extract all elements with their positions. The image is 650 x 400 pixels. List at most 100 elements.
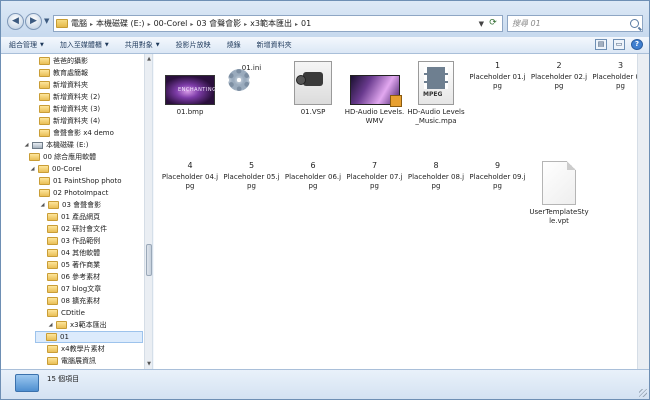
file-item[interactable]: MPEG HD-Audio Levels_Music.mpa [406,61,466,126]
nav-tree-label: 01 產品網頁 [61,213,101,221]
toolbar-button[interactable]: 組合管理 ▼ [9,40,44,50]
nav-tree-item[interactable]: 會聲會影 x4 demo [39,127,114,139]
nav-tree-item[interactable]: 新增資料夾 (3) [39,103,100,115]
nav-tree-item[interactable]: 電腦展資訊 [47,355,96,367]
file-item[interactable]: 1 Placeholder 01.jpg [468,61,528,91]
nav-tree-label: 08 擴充素材 [61,297,101,305]
vsp-file-icon [294,61,332,105]
nav-tree-item[interactable]: ◢ 00-Corel [29,163,82,175]
forward-button[interactable]: ▶ [25,13,42,30]
nav-tree-item[interactable]: 爸爸的攝影 [39,55,88,67]
nav-scroll-thumb[interactable] [146,244,152,276]
nav-tree-item[interactable]: 新增資料夾 (4) [39,115,100,127]
address-bar[interactable]: 電腦 ▸ 本機磁碟 (E:) ▸ 00-Corel ▸ 03 會聲會影 ▸ x3範本匯出 ▸ 01 … [53,15,503,32]
preview-pane-icon[interactable]: ▭ [613,39,625,50]
view-options-icon[interactable]: ▤ [595,39,607,50]
status-bar: 15 個項目 [1,369,649,399]
nav-tree-item[interactable]: 01 產品網頁 [47,211,100,223]
explorer-window: ◀ ▶ ▼ 電腦 ▸ 本機磁碟 (E:) ▸ 00-Corel ▸ 03 會聲會影 ▸ x3範本… [0,0,650,400]
nav-tree-item[interactable]: 04 其他軟體 [47,247,100,259]
file-item[interactable]: ENCHANTING 01.bmp [160,61,220,117]
file-item[interactable]: 6 Placeholder 06.jpg [283,161,343,191]
toolbar-button[interactable]: 新增資料夾 [257,40,292,50]
breadcrumb-item[interactable]: 01 [301,19,311,28]
file-name: Placeholder 06.jpg [284,173,342,190]
toolbar-button[interactable]: 共用對象 ▼ [125,40,160,50]
toolbar-button[interactable]: 投影片放映 [176,40,211,50]
nav-tree-item[interactable]: ◢ 本機磁碟 (E:) [23,139,89,151]
file-item[interactable]: HD-Audio Levels.WMV [345,61,405,126]
expanded-arrow-icon[interactable]: ◢ [39,202,46,208]
recent-pages-dropdown[interactable]: ▼ [44,17,49,25]
file-item[interactable]: 2 Placeholder 02.jpg [529,61,589,91]
file-item[interactable]: 01.ini [222,61,282,91]
folder-icon [47,345,58,353]
search-icon[interactable] [630,19,639,28]
scroll-up-arrow-icon[interactable]: ▲ [145,55,152,63]
nav-tree-item[interactable]: 01 PaintShop photo [39,175,121,187]
help-icon[interactable]: ? [631,39,643,50]
nav-tree-item[interactable]: CDtitle [47,307,85,319]
folder-icon [39,81,50,89]
toolbar-button[interactable]: 加入至媒體櫃 ▼ [60,40,109,50]
file-item[interactable]: 9 Placeholder 09.jpg [468,161,528,191]
nav-tree-item[interactable]: 02 研討會文件 [47,223,107,235]
search-input[interactable]: 搜尋 01 [507,15,643,32]
video-file-icon [349,75,402,107]
breadcrumb-separator-icon[interactable]: ▸ [90,21,93,28]
folder-icon [47,309,58,317]
nav-tree-item[interactable]: x4教學片素材 [47,343,105,355]
nav-tree-item[interactable]: 01 [35,331,143,343]
nav-scrollbar[interactable]: ▲ ▼ [144,54,152,369]
back-button[interactable]: ◀ [7,13,24,30]
title-bar: ◀ ▶ ▼ 電腦 ▸ 本機磁碟 (E:) ▸ 00-Corel ▸ 03 會聲會影 ▸ x3範本… [1,1,649,37]
resize-grip-icon[interactable] [639,389,647,397]
folder-icon [46,333,57,341]
nav-tree-item[interactable]: 07 blog文章 [47,283,101,295]
scroll-down-arrow-icon[interactable]: ▼ [145,360,152,368]
breadcrumb-item[interactable]: 電腦 [71,18,87,29]
file-item[interactable]: 01.VSP [283,61,343,117]
breadcrumb-item[interactable]: 00-Corel [154,19,188,28]
nav-tree-item[interactable]: 00 綜合應用軟體 [29,151,96,163]
file-item[interactable]: 7 Placeholder 07.jpg [345,161,405,191]
expanded-arrow-icon[interactable]: ◢ [23,142,30,148]
breadcrumb-separator-icon[interactable]: ▸ [190,21,193,28]
folder-icon [48,201,59,209]
breadcrumb-separator-icon[interactable]: ▸ [244,21,247,28]
breadcrumb-item[interactable]: 本機磁碟 (E:) [96,18,145,29]
file-item[interactable]: 5 Placeholder 05.jpg [222,161,282,191]
nav-tree-item[interactable]: 新增資料夾 [39,79,88,91]
toolbar-button[interactable]: 燒錄 [227,40,241,50]
nav-tree-item[interactable]: 02 PhotoImpact [39,187,108,199]
file-item[interactable]: UserTemplateStyle.vpt [529,161,589,226]
nav-tree-item[interactable]: 05 著作商業 [47,259,100,271]
nav-tree-item[interactable]: ◢ 03 會聲會影 [39,199,101,211]
nav-tree-item[interactable]: 新增資料夾 (2) [39,91,100,103]
breadcrumb-item[interactable]: 03 會聲會影 [196,18,241,29]
placeholder-file-icon: 1 [494,61,501,70]
nav-tree-item[interactable]: 06 參考素材 [47,271,100,283]
nav-tree-label: 06 參考素材 [61,273,101,281]
command-bar: 組合管理 ▼ 加入至媒體櫃 ▼ 共用對象 ▼ 投影片放映 燒錄 新增資料夾 ▤ ▭ ? [1,37,649,54]
nav-tree-item[interactable]: ◢ x3範本匯出 [47,319,107,331]
refresh-button[interactable]: ⟳ [486,17,500,30]
nav-tree-item[interactable]: 03 作品範例 [47,235,100,247]
content-scrollbar[interactable] [637,54,649,369]
thumbnail-text: ENCHANTING [178,87,217,93]
folder-icon [56,19,68,28]
nav-tree-item[interactable]: 08 擴充素材 [47,295,100,307]
breadcrumb-separator-icon[interactable]: ▸ [148,21,151,28]
expanded-arrow-icon[interactable]: ◢ [47,322,54,328]
file-name: Placeholder 01.jpg [469,73,526,90]
file-item[interactable]: 4 Placeholder 04.jpg [160,161,220,191]
breadcrumb-separator-icon[interactable]: ▸ [295,21,298,28]
nav-tree-label: 會聲會影 x4 demo [53,129,114,137]
file-item[interactable]: 8 Placeholder 08.jpg [406,161,466,191]
address-dropdown-icon[interactable]: ▼ [479,20,484,28]
nav-tree-item[interactable]: 教育處簡報 [39,67,88,79]
nav-tree-label: 電腦展資訊 [61,357,96,365]
expanded-arrow-icon[interactable]: ◢ [29,166,36,172]
folder-icon [39,117,50,125]
breadcrumb-item[interactable]: x3範本匯出 [250,18,292,29]
